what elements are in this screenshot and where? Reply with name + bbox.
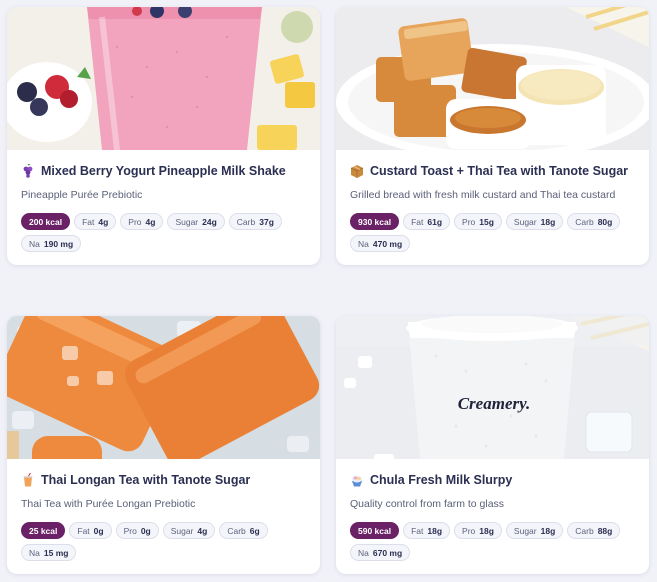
protein-label: Pro <box>462 216 476 227</box>
menu-card-mixed-berry-shake[interactable]: Mixed Berry Yogurt Pineapple Milk Shake … <box>7 7 320 265</box>
sugar-value: 24g <box>202 216 217 227</box>
sodium-chip: Na 470 mg <box>350 235 411 252</box>
fat-value: 18g <box>427 525 443 536</box>
carb-value: 37g <box>259 216 274 227</box>
product-title-text: Custard Toast + Thai Tea with Tanote Sug… <box>370 164 629 178</box>
fat-chip: Fat 61g <box>403 213 451 230</box>
product-photo: Creamery. <box>336 316 649 459</box>
product-subtitle: Thai Tea with Purée Longan Prebiotic <box>21 498 196 510</box>
sodium-label: Na <box>29 547 40 558</box>
sugar-value: 4g <box>197 525 208 536</box>
sodium-chip: Na 15 mg <box>21 544 77 561</box>
carb-chip: Carb 88g <box>567 522 621 539</box>
sugar-label: Sugar <box>175 216 199 227</box>
carb-label: Carb <box>575 216 594 227</box>
product-title-text: Mixed Berry Yogurt Pineapple Milk Shake <box>41 164 286 178</box>
sodium-value: 670 mg <box>372 547 403 558</box>
fat-value: 4g <box>98 216 109 227</box>
product-photo <box>7 7 320 150</box>
carb-value: 6g <box>249 525 260 536</box>
menu-grid: Mixed Berry Yogurt Pineapple Milk Shake … <box>0 0 657 582</box>
fat-label: Fat <box>411 216 424 227</box>
box-icon <box>350 164 364 178</box>
sugar-chip: Sugar 18g <box>505 522 564 539</box>
carb-value: 80g <box>597 216 613 227</box>
menu-card-custard-toast[interactable]: Custard Toast + Thai Tea with Tanote Sug… <box>336 7 649 265</box>
kcal-badge: 590 kcal <box>350 522 400 539</box>
sugar-chip: Sugar 4g <box>162 522 216 539</box>
protein-label: Pro <box>123 525 137 536</box>
product-photo <box>336 7 649 150</box>
product-subtitle: Pineapple Purée Prebiotic <box>21 189 143 201</box>
nutrition-chips: 200 kcal Fat 4g Pro 4g Sugar 24g Carb 37g Na… <box>21 213 311 252</box>
carb-value: 88g <box>597 525 613 536</box>
protein-chip: Pro 15g <box>454 213 502 230</box>
protein-value: 0g <box>140 525 151 536</box>
sodium-value: 190 mg <box>43 238 74 249</box>
product-title: Mixed Berry Yogurt Pineapple Milk Shake <box>21 162 306 180</box>
fat-label: Fat <box>82 216 95 227</box>
fat-label: Fat <box>411 525 424 536</box>
sodium-chip: Na 190 mg <box>21 235 82 252</box>
menu-card-chula-fresh-milk-slurpy[interactable]: Creamery. Chula Fresh Milk Slurpy Qualit… <box>336 316 649 574</box>
grapes-icon <box>21 164 35 178</box>
fat-chip: Fat 4g <box>74 213 117 230</box>
fat-value: 0g <box>93 525 104 536</box>
sodium-label: Na <box>358 547 369 558</box>
carb-chip: Carb 6g <box>219 522 268 539</box>
protein-chip: Pro 0g <box>115 522 159 539</box>
sugar-label: Sugar <box>513 216 537 227</box>
carb-chip: Carb 37g <box>228 213 282 230</box>
cup-with-straw-icon <box>21 473 35 487</box>
product-title-text: Chula Fresh Milk Slurpy <box>370 473 513 487</box>
sugar-value: 18g <box>540 525 556 536</box>
product-photo <box>7 316 320 459</box>
sugar-value: 18g <box>540 216 556 227</box>
sugar-chip: Sugar 18g <box>505 213 564 230</box>
protein-chip: Pro 18g <box>454 522 502 539</box>
product-subtitle: Quality control from farm to glass <box>350 498 505 510</box>
carb-chip: Carb 80g <box>567 213 621 230</box>
kcal-badge: 25 kcal <box>21 522 66 539</box>
sodium-chip: Na 670 mg <box>350 544 411 561</box>
kcal-badge: 930 kcal <box>350 213 400 230</box>
menu-card-thai-longan-tea[interactable]: Thai Longan Tea with Tanote Sugar Thai T… <box>7 316 320 574</box>
carb-label: Carb <box>575 525 594 536</box>
product-title: Chula Fresh Milk Slurpy <box>350 471 635 489</box>
shaved-ice-icon <box>350 473 364 487</box>
fat-label: Fat <box>77 525 90 536</box>
product-title: Thai Longan Tea with Tanote Sugar <box>21 471 306 489</box>
fat-chip: Fat 18g <box>403 522 451 539</box>
product-title: Custard Toast + Thai Tea with Tanote Sug… <box>350 162 635 180</box>
sugar-chip: Sugar 24g <box>167 213 225 230</box>
sugar-label: Sugar <box>170 525 194 536</box>
product-subtitle: Grilled bread with fresh milk custard an… <box>350 189 616 201</box>
cup-brand-print: Creamery. <box>458 394 531 413</box>
protein-chip: Pro 4g <box>120 213 164 230</box>
nutrition-chips: 25 kcal Fat 0g Pro 0g Sugar 4g Carb 6g Na 15 … <box>21 522 311 561</box>
carb-label: Carb <box>227 525 246 536</box>
fat-chip: Fat 0g <box>69 522 112 539</box>
kcal-badge: 200 kcal <box>21 213 71 230</box>
protein-value: 15g <box>479 216 494 227</box>
product-title-text: Thai Longan Tea with Tanote Sugar <box>41 473 251 487</box>
sugar-label: Sugar <box>513 525 537 536</box>
protein-label: Pro <box>128 216 142 227</box>
sodium-value: 470 mg <box>372 238 403 249</box>
protein-label: Pro <box>462 525 476 536</box>
sodium-label: Na <box>29 238 40 249</box>
protein-value: 18g <box>479 525 494 536</box>
nutrition-chips: 930 kcal Fat 61g Pro 15g Sugar 18g Carb 80g … <box>350 213 640 252</box>
sodium-label: Na <box>358 238 369 249</box>
nutrition-chips: 590 kcal Fat 18g Pro 18g Sugar 18g Carb 88g … <box>350 522 640 561</box>
carb-label: Carb <box>236 216 256 227</box>
sodium-value: 15 mg <box>43 547 69 558</box>
protein-value: 4g <box>145 216 156 227</box>
fat-value: 61g <box>427 216 443 227</box>
